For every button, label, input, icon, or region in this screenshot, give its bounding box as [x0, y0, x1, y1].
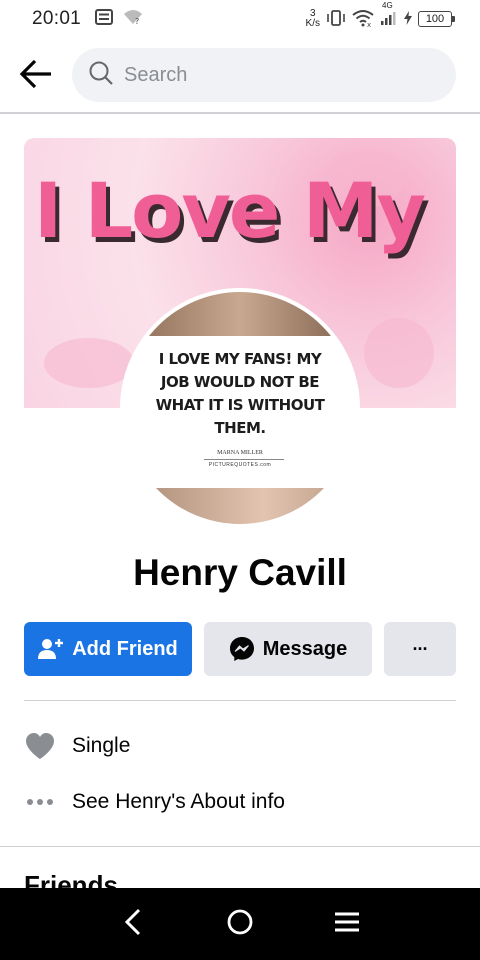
message-label: Message: [262, 637, 348, 660]
svg-text:?: ?: [135, 17, 139, 25]
messenger-icon: [229, 636, 255, 662]
header-divider: [0, 112, 480, 114]
top-bar: [0, 46, 480, 106]
search-bar[interactable]: [72, 48, 456, 102]
add-friend-icon: [38, 637, 64, 661]
add-friend-button[interactable]: Add Friend: [24, 622, 192, 676]
back-arrow-icon: [19, 59, 53, 94]
nav-home-icon: [226, 908, 254, 941]
more-dots-icon: [24, 798, 56, 806]
nav-menu-button[interactable]: [327, 904, 367, 944]
svg-text:x: x: [367, 21, 371, 27]
search-icon: [88, 60, 114, 91]
add-friend-label: Add Friend: [72, 637, 178, 660]
back-button[interactable]: [16, 56, 56, 96]
nav-menu-icon: [334, 911, 360, 938]
quote-source: PICTUREQUOTES.com: [208, 462, 272, 468]
cover-photo-text: I Love My: [34, 166, 426, 255]
see-about-info-label: See Henry's About info: [72, 790, 285, 813]
nav-back-icon: [124, 908, 142, 941]
status-time: 20:01: [32, 8, 82, 29]
quote-author: MARNA MILLER: [217, 450, 263, 456]
status-bar: 20:01 ? 3 K/s x 4G 100: [0, 0, 480, 38]
more-options-button[interactable]: ···: [384, 622, 456, 676]
nav-back-button[interactable]: [113, 904, 153, 944]
profile-picture-quote: I LOVE MY FANS! MY JOB WOULD NOT BE WHAT…: [155, 350, 325, 437]
message-button[interactable]: Message: [204, 622, 372, 676]
system-navigation-bar: [0, 888, 480, 960]
more-icon: ···: [412, 638, 429, 659]
nav-home-button[interactable]: [220, 904, 260, 944]
vibrate-icon: [326, 9, 346, 29]
relationship-label: Single: [72, 734, 131, 757]
signal-icon: 4G: [380, 1, 398, 29]
relationship-status: Single: [24, 726, 456, 766]
battery-indicator: 100: [418, 11, 455, 27]
divider: [24, 700, 456, 701]
net-speed: 3 K/s: [305, 8, 320, 29]
charging-icon: [404, 10, 412, 28]
profile-picture[interactable]: I LOVE MY FANS! MY JOB WOULD NOT BE WHAT…: [120, 288, 360, 528]
see-about-info[interactable]: See Henry's About info: [24, 782, 456, 822]
profile-actions: Add Friend Message ···: [24, 622, 456, 676]
wifi-unknown-icon: ?: [123, 9, 143, 30]
wifi-icon: x: [352, 9, 374, 30]
heart-icon: [24, 732, 56, 760]
profile-name: Henry Cavill: [133, 552, 347, 593]
notification-icon: [95, 8, 114, 30]
search-input[interactable]: [124, 63, 424, 87]
section-divider: [0, 846, 480, 847]
